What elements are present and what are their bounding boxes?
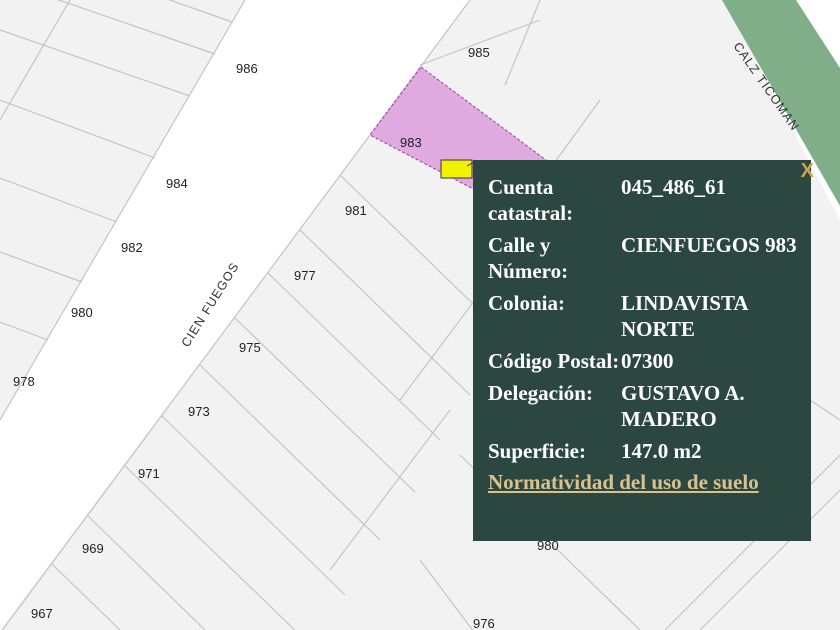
info-value: 147.0 m2 bbox=[621, 439, 702, 463]
lot-label: 984 bbox=[166, 176, 188, 191]
lot-label: 981 bbox=[345, 203, 367, 218]
yellow-marker-icon[interactable] bbox=[440, 159, 475, 179]
lot-label: 980 bbox=[71, 305, 93, 320]
info-key: Superficie: bbox=[488, 439, 586, 463]
lot-info-popup: X Cuenta catastral: 045_486_61 Calle y N… bbox=[473, 160, 814, 541]
info-value: 045_486_61 bbox=[621, 175, 726, 199]
info-key: Código Postal: bbox=[488, 349, 620, 373]
info-key: Calle y Número: bbox=[488, 233, 569, 283]
info-row-codigo-postal: Código Postal: 07300 bbox=[488, 348, 797, 374]
info-row-colonia: Colonia: LINDAVISTA NORTE bbox=[488, 290, 797, 342]
lot-label: 986 bbox=[236, 61, 258, 76]
info-row-delegacion: Delegación: GUSTAVO A. MADERO bbox=[488, 380, 797, 432]
info-key: Cuenta catastral: bbox=[488, 175, 574, 225]
info-value: 07300 bbox=[621, 349, 674, 373]
info-row-cuenta: Cuenta catastral: 045_486_61 bbox=[488, 174, 797, 226]
close-button[interactable]: X bbox=[801, 160, 814, 183]
lot-label: 967 bbox=[31, 606, 53, 621]
info-value: GUSTAVO A. MADERO bbox=[621, 381, 745, 431]
lot-label: 973 bbox=[188, 404, 210, 419]
lot-label: 976 bbox=[473, 616, 495, 630]
info-value: LINDAVISTA NORTE bbox=[621, 291, 748, 341]
info-row-calle: Calle y Número: CIENFUEGOS 983 bbox=[488, 232, 797, 284]
lot-label: 982 bbox=[121, 240, 143, 255]
land-use-link[interactable]: Normatividad del uso de suelo bbox=[488, 469, 797, 495]
lot-label: 983 bbox=[400, 135, 422, 150]
lot-label: 975 bbox=[239, 340, 261, 355]
info-row-superficie: Superficie: 147.0 m2 bbox=[488, 438, 797, 464]
lot-label: 977 bbox=[294, 268, 316, 283]
lot-label: 971 bbox=[138, 466, 160, 481]
lot-label: 969 bbox=[82, 541, 104, 556]
lot-label: 985 bbox=[468, 45, 490, 60]
lot-label: 978 bbox=[13, 374, 35, 389]
info-key: Colonia: bbox=[488, 291, 566, 315]
info-key: Delegación: bbox=[488, 381, 593, 405]
info-value: CIENFUEGOS 983 bbox=[621, 233, 797, 257]
